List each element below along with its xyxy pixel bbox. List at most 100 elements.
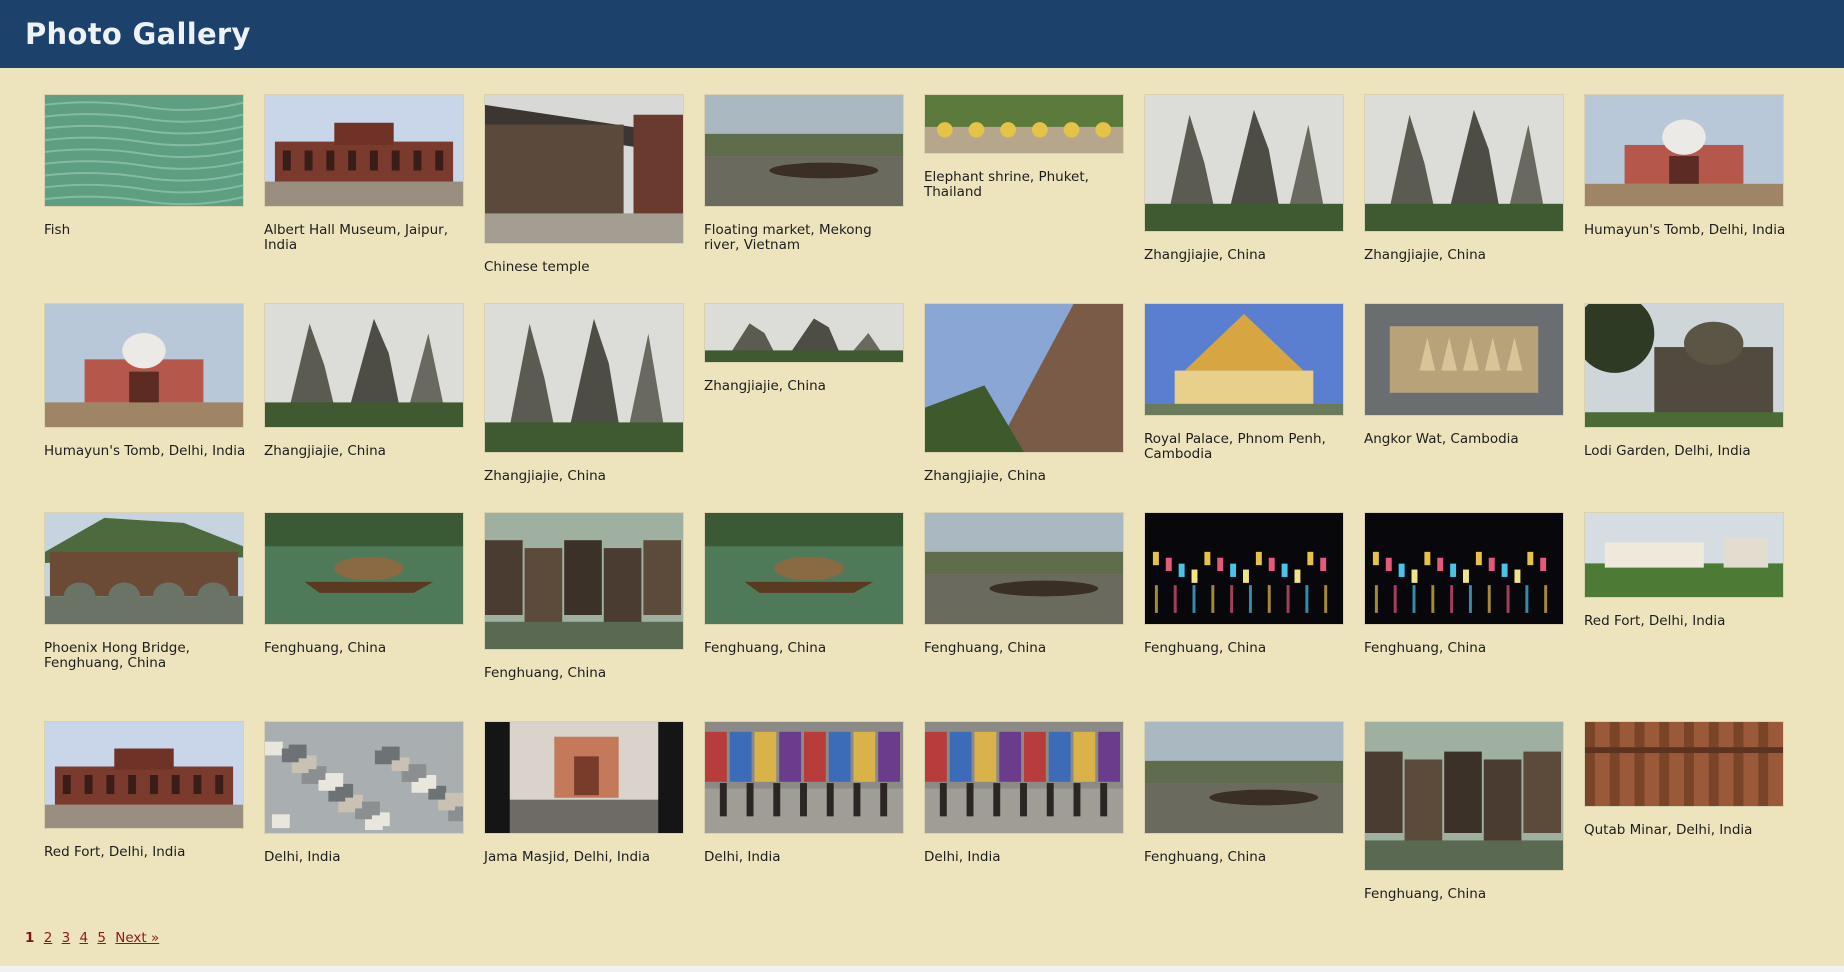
page: Photo Gallery Fish Albert Hall Museum, Ja… — [0, 0, 1844, 966]
gallery-item[interactable]: Floating market, Mekong river, Vietnam — [704, 94, 904, 294]
photo-thumbnail[interactable] — [1364, 512, 1564, 625]
photo-caption: Delhi, India — [264, 849, 341, 865]
photo-caption: Humayun's Tomb, Delhi, India — [1584, 222, 1786, 238]
photo-caption: Fenghuang, China — [704, 640, 827, 656]
gallery-item[interactable]: Humayun's Tomb, Delhi, India — [44, 303, 245, 503]
photo-caption: Red Fort, Delhi, India — [1584, 613, 1726, 629]
gallery-item[interactable]: Jama Masjid, Delhi, India — [484, 721, 684, 921]
photo-thumbnail[interactable] — [1584, 303, 1784, 428]
gallery-item[interactable]: Red Fort, Delhi, India — [1584, 512, 1784, 712]
pagination-current-page: 1 — [25, 930, 35, 946]
pagination-page-2[interactable]: 2 — [44, 930, 53, 946]
photo-caption: Elephant shrine, Phuket, Thailand — [924, 169, 1089, 200]
gallery-item[interactable]: Fenghuang, China — [484, 512, 684, 712]
gallery-item[interactable]: Delhi, India — [704, 721, 904, 921]
photo-thumbnail[interactable] — [1584, 512, 1784, 598]
gallery-item[interactable]: Fenghuang, China — [924, 512, 1124, 712]
gallery-item[interactable]: Elephant shrine, Phuket, Thailand — [924, 94, 1124, 294]
gallery-item[interactable]: Qutab Minar, Delhi, India — [1584, 721, 1784, 921]
photo-thumbnail[interactable] — [484, 512, 684, 650]
photo-caption: Floating market, Mekong river, Vietnam — [704, 222, 872, 253]
photo-thumbnail[interactable] — [704, 94, 904, 207]
pagination-next-link[interactable]: Next » — [115, 930, 159, 946]
gallery-item[interactable]: Zhangjiajie, China — [1144, 94, 1344, 294]
gallery-item[interactable]: Lodi Garden, Delhi, India — [1584, 303, 1784, 503]
pagination-page-4[interactable]: 4 — [79, 930, 88, 946]
photo-caption: Zhangjiajie, China — [264, 443, 386, 459]
gallery-item[interactable]: Fenghuang, China — [1144, 512, 1344, 712]
photo-thumbnail[interactable] — [1364, 721, 1564, 871]
photo-thumbnail[interactable] — [1364, 303, 1564, 416]
photo-caption: Fenghuang, China — [264, 640, 387, 656]
gallery-item[interactable]: Fish — [44, 94, 244, 294]
pagination-page-3[interactable]: 3 — [62, 930, 71, 946]
photo-thumbnail[interactable] — [484, 303, 684, 453]
photo-caption: Chinese temple — [484, 259, 590, 275]
photo-thumbnail[interactable] — [924, 303, 1124, 453]
photo-caption: Fenghuang, China — [924, 640, 1047, 656]
photo-caption: Fenghuang, China — [1364, 640, 1487, 656]
photo-thumbnail[interactable] — [924, 512, 1124, 625]
photo-caption: Red Fort, Delhi, India — [44, 844, 186, 860]
photo-gallery-grid: Fish Albert Hall Museum, Jaipur, India Chi… — [0, 0, 1844, 966]
gallery-item[interactable]: Zhangjiajie, China — [484, 303, 684, 503]
photo-caption: Fenghuang, China — [1144, 849, 1267, 865]
photo-thumbnail[interactable] — [484, 94, 684, 244]
photo-thumbnail[interactable] — [264, 721, 464, 834]
photo-caption: Zhangjiajie, China — [924, 468, 1046, 484]
photo-caption: Zhangjiajie, China — [1364, 247, 1486, 263]
photo-caption: Lodi Garden, Delhi, India — [1584, 443, 1751, 459]
photo-caption: Qutab Minar, Delhi, India — [1584, 822, 1753, 838]
photo-thumbnail[interactable] — [1364, 94, 1564, 232]
photo-caption: Zhangjiajie, China — [1144, 247, 1266, 263]
photo-thumbnail[interactable] — [704, 721, 904, 834]
photo-thumbnail[interactable] — [1584, 721, 1784, 807]
photo-thumbnail[interactable] — [704, 303, 904, 363]
photo-caption: Zhangjiajie, China — [484, 468, 606, 484]
photo-thumbnail[interactable] — [484, 721, 684, 834]
gallery-item[interactable]: Albert Hall Museum, Jaipur, India — [264, 94, 464, 294]
gallery-item[interactable]: Angkor Wat, Cambodia — [1364, 303, 1564, 503]
photo-caption: Albert Hall Museum, Jaipur, India — [264, 222, 449, 253]
pagination: 1 2 3 4 5 Next » — [25, 930, 164, 946]
gallery-item[interactable]: Delhi, India — [924, 721, 1124, 921]
gallery-item[interactable]: Humayun's Tomb, Delhi, India — [1584, 94, 1785, 294]
gallery-item[interactable]: Royal Palace, Phnom Penh, Cambodia — [1144, 303, 1344, 503]
photo-caption: Humayun's Tomb, Delhi, India — [44, 443, 246, 459]
gallery-item[interactable]: Zhangjiajie, China — [1364, 94, 1564, 294]
photo-thumbnail[interactable] — [44, 303, 244, 428]
gallery-item[interactable]: Delhi, India — [264, 721, 464, 921]
gallery-item[interactable]: Zhangjiajie, China — [264, 303, 464, 503]
photo-caption: Phoenix Hong Bridge, Fenghuang, China — [44, 640, 190, 671]
photo-thumbnail[interactable] — [924, 721, 1124, 834]
pagination-page-5[interactable]: 5 — [97, 930, 106, 946]
photo-thumbnail[interactable] — [264, 94, 464, 207]
gallery-item[interactable]: Fenghuang, China — [264, 512, 464, 712]
photo-thumbnail[interactable] — [1144, 94, 1344, 232]
photo-thumbnail[interactable] — [704, 512, 904, 625]
photo-caption: Jama Masjid, Delhi, India — [484, 849, 651, 865]
photo-thumbnail[interactable] — [1144, 512, 1344, 625]
gallery-item[interactable]: Fenghuang, China — [1364, 721, 1564, 921]
photo-thumbnail[interactable] — [1584, 94, 1784, 207]
gallery-item[interactable]: Fenghuang, China — [704, 512, 904, 712]
photo-thumbnail[interactable] — [1144, 721, 1344, 834]
gallery-item[interactable]: Zhangjiajie, China — [924, 303, 1124, 503]
photo-caption: Fish — [44, 222, 71, 238]
photo-thumbnail[interactable] — [44, 94, 244, 207]
photo-thumbnail[interactable] — [924, 94, 1124, 154]
photo-thumbnail[interactable] — [264, 512, 464, 625]
photo-caption: Royal Palace, Phnom Penh, Cambodia — [1144, 431, 1326, 462]
gallery-item[interactable]: Chinese temple — [484, 94, 684, 294]
gallery-item[interactable]: Zhangjiajie, China — [704, 303, 904, 503]
photo-thumbnail[interactable] — [264, 303, 464, 428]
photo-caption: Fenghuang, China — [1364, 886, 1487, 902]
photo-caption: Zhangjiajie, China — [704, 378, 826, 394]
photo-thumbnail[interactable] — [44, 721, 244, 829]
photo-thumbnail[interactable] — [44, 512, 244, 625]
gallery-item[interactable]: Fenghuang, China — [1364, 512, 1564, 712]
photo-thumbnail[interactable] — [1144, 303, 1344, 416]
gallery-item[interactable]: Fenghuang, China — [1144, 721, 1344, 921]
gallery-item[interactable]: Phoenix Hong Bridge, Fenghuang, China — [44, 512, 244, 712]
gallery-item[interactable]: Red Fort, Delhi, India — [44, 721, 244, 921]
